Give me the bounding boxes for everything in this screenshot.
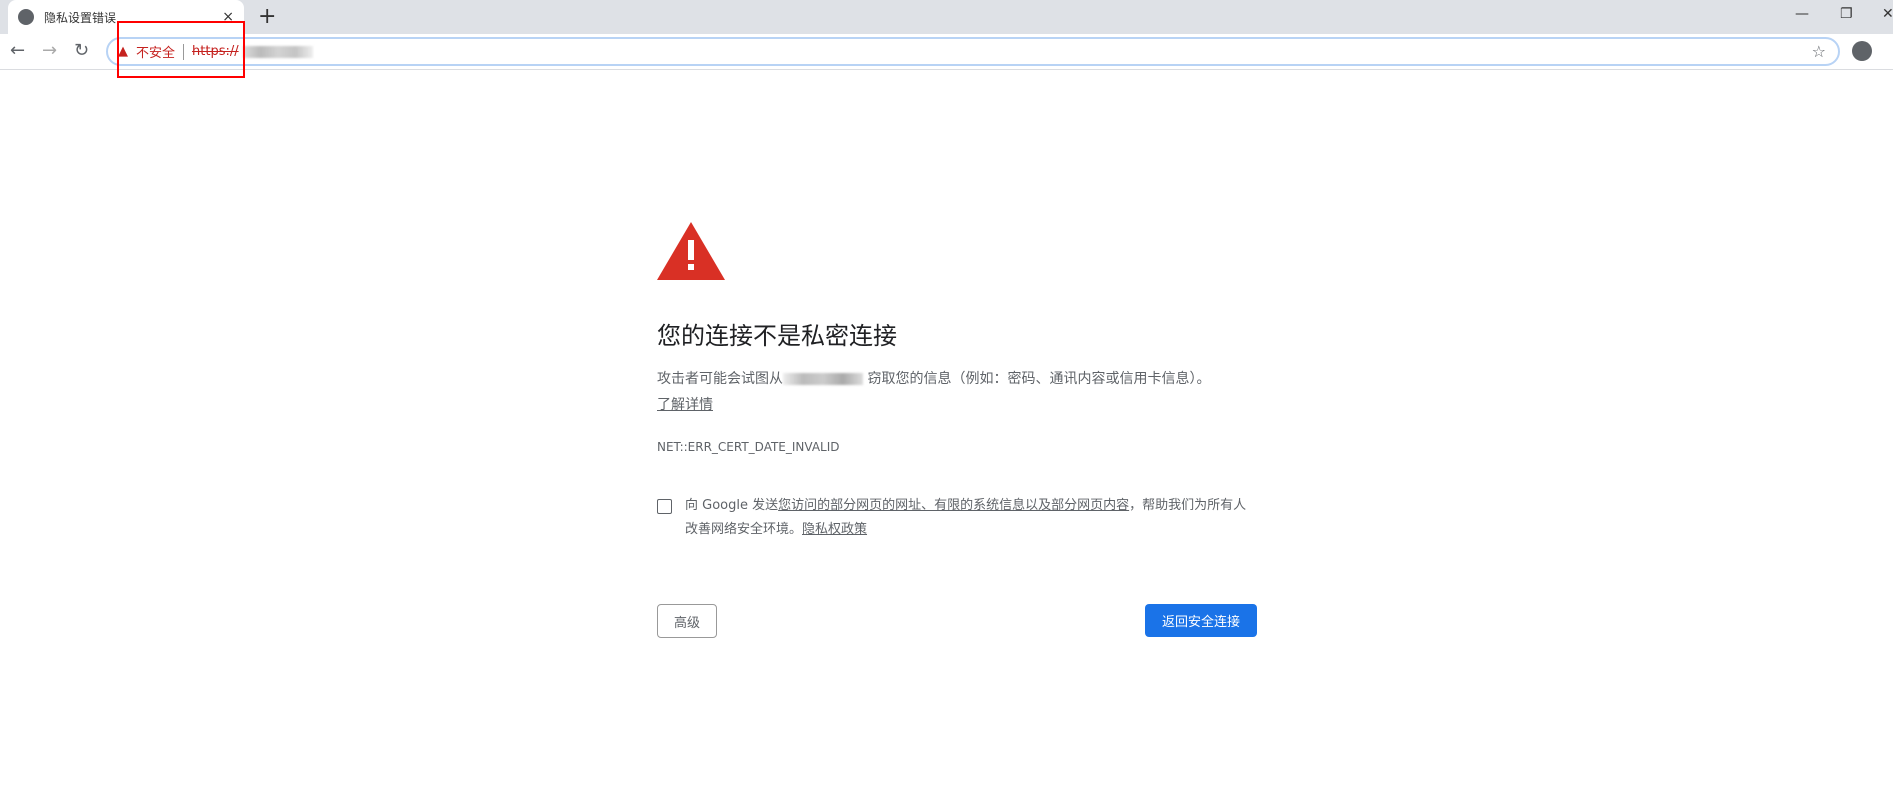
warning-icon: ▲ xyxy=(118,44,128,59)
privacy-policy-link[interactable]: 隐私权政策 xyxy=(802,522,867,537)
tab-close-icon[interactable]: × xyxy=(222,9,234,25)
reporting-prefix: 向 Google 发送 xyxy=(685,498,779,513)
reporting-checkbox[interactable] xyxy=(657,499,672,514)
profile-avatar[interactable] xyxy=(1852,41,1872,61)
forward-button[interactable]: → xyxy=(42,40,57,61)
tab-active[interactable]: 隐私设置错误 × xyxy=(8,0,244,34)
divider xyxy=(183,43,185,60)
address-bar[interactable]: ▲ 不安全 https:// ☆ xyxy=(106,37,1840,66)
error-code: NET::ERR_CERT_DATE_INVALID xyxy=(657,440,840,454)
redacted-url xyxy=(242,45,313,58)
url-scheme: https:// xyxy=(192,44,239,59)
tab-strip: 隐私设置错误 × + — ❐ ✕ xyxy=(0,0,1893,34)
extended-reporting-option: 向 Google 发送您访问的部分网页的网址、有限的系统信息以及部分网页内容，帮… xyxy=(657,494,1257,542)
not-secure-label: 不安全 xyxy=(136,46,176,61)
danger-warning-icon xyxy=(657,222,725,280)
restore-button[interactable]: ❐ xyxy=(1840,6,1853,22)
reporting-details-link[interactable]: 您访问的部分网页的网址、有限的系统信息以及部分网页内容 xyxy=(778,498,1129,513)
interstitial-content: 您的连接不是私密连接 攻击者可能会试图从 窃取您的信息（例如：密码、通讯内容或信… xyxy=(657,222,1257,638)
tab-title: 隐私设置错误 xyxy=(44,10,117,25)
toolbar: ← → ↻ ▲ 不安全 https:// ☆ xyxy=(0,34,1893,70)
page-title: 您的连接不是私密连接 xyxy=(657,322,897,350)
close-window-button[interactable]: ✕ xyxy=(1882,6,1893,22)
globe-icon xyxy=(18,9,34,25)
learn-more-link[interactable]: 了解详情 xyxy=(657,397,713,413)
advanced-button[interactable]: 高级 xyxy=(657,604,717,638)
back-to-safety-button[interactable]: 返回安全连接 xyxy=(1145,604,1257,637)
minimize-button[interactable]: — xyxy=(1795,6,1809,22)
description-text: 攻击者可能会试图从 xyxy=(657,371,783,387)
button-row: 高级 返回安全连接 xyxy=(657,604,1257,638)
reload-button[interactable]: ↻ xyxy=(74,40,89,61)
new-tab-button[interactable]: + xyxy=(258,5,276,29)
back-button[interactable]: ← xyxy=(10,40,25,61)
reporting-text: 向 Google 发送您访问的部分网页的网址、有限的系统信息以及部分网页内容，帮… xyxy=(685,494,1257,542)
bookmark-star-icon[interactable]: ☆ xyxy=(1812,42,1826,61)
security-indicator[interactable]: ▲ 不安全 xyxy=(118,42,175,61)
description-text-end: 窃取您的信息（例如：密码、通讯内容或信用卡信息）。 xyxy=(863,371,1211,387)
description: 攻击者可能会试图从 窃取您的信息（例如：密码、通讯内容或信用卡信息）。 了解详情 xyxy=(657,366,1257,418)
redacted-host xyxy=(783,373,863,385)
